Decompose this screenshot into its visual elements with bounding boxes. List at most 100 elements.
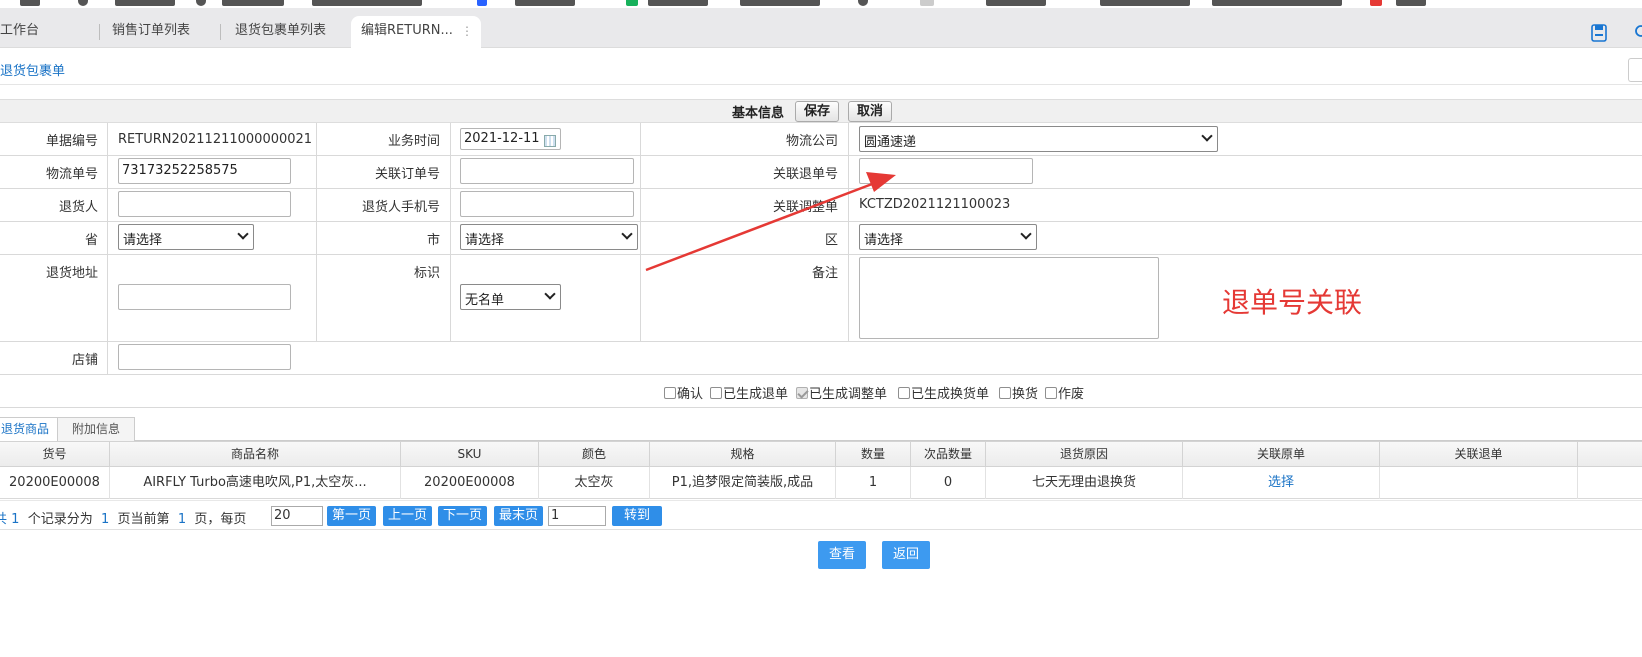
related-return-input[interactable] bbox=[859, 158, 1033, 184]
col-defect-qty[interactable]: 次品数量 bbox=[911, 442, 986, 468]
col-related-original[interactable]: 关联原单 bbox=[1183, 442, 1380, 468]
goto-button[interactable]: 转到 bbox=[612, 506, 663, 526]
tab-label: 销售订单列表 bbox=[112, 23, 191, 38]
province-value: 请选择 bbox=[123, 233, 163, 248]
checkbox-box[interactable] bbox=[1045, 387, 1057, 399]
col-qty[interactable]: 数量 bbox=[836, 442, 911, 468]
tab-extra-info[interactable]: 附加信息 bbox=[57, 417, 136, 441]
tab-workbench[interactable]: 工作台 bbox=[0, 16, 100, 48]
address-label: 退货地址 bbox=[45, 266, 98, 281]
checkbox-label: 作废 bbox=[1058, 387, 1085, 402]
logistics-company-select[interactable]: 圆通速递 bbox=[859, 126, 1218, 152]
district-value: 请选择 bbox=[864, 233, 904, 248]
related-order-input[interactable] bbox=[460, 158, 634, 184]
checkbox-box[interactable] bbox=[710, 387, 722, 399]
checkbox-exchange[interactable]: 换货 bbox=[999, 383, 1038, 402]
shop-input[interactable] bbox=[118, 344, 291, 370]
tab-more-icon[interactable]: ⋮ bbox=[461, 16, 473, 46]
tab-label: 编辑RETURN... bbox=[361, 23, 453, 38]
related-adjust-value: KCTZD2021121100023 bbox=[859, 197, 1011, 212]
pager-total: 1 bbox=[11, 512, 20, 527]
checkbox-box[interactable] bbox=[999, 387, 1011, 399]
col-spec[interactable]: 规格 bbox=[650, 442, 836, 468]
checkbox-box[interactable] bbox=[898, 387, 910, 399]
pager-summary: 共 1 个记录分为 1 页当前第 1 页，每页 bbox=[0, 508, 246, 527]
city-select[interactable]: 请选择 bbox=[460, 224, 638, 250]
breadcrumb[interactable]: 退货包裹单 bbox=[0, 60, 65, 79]
cancel-button[interactable]: 取消 bbox=[848, 101, 893, 122]
mark-select[interactable]: 无名单 bbox=[460, 284, 561, 310]
cell-spec: P1,追梦限定简装版,成品 bbox=[650, 467, 836, 499]
checkbox-box[interactable] bbox=[796, 387, 808, 399]
checkbox-box[interactable] bbox=[664, 387, 676, 399]
biz-time-value: 2021-12-11 bbox=[464, 131, 540, 146]
remark-textarea[interactable] bbox=[859, 257, 1159, 339]
cell-qty: 1 bbox=[836, 467, 911, 499]
page-tab-bar: 工作台 销售订单列表 退货包裹单列表 编辑RETURN... ⋮ bbox=[0, 8, 1642, 48]
col-related-return[interactable]: 关联退单 bbox=[1380, 442, 1578, 468]
page-size-input[interactable]: 20 bbox=[271, 506, 323, 526]
district-label: 区 bbox=[824, 233, 838, 248]
province-select[interactable]: 请选择 bbox=[118, 224, 254, 250]
chevron-down-icon bbox=[1201, 130, 1213, 142]
checkbox-confirm[interactable]: 确认 bbox=[664, 383, 703, 402]
address-input[interactable] bbox=[118, 284, 291, 310]
biz-time-input[interactable]: 2021-12-11 bbox=[460, 128, 561, 150]
col-return-reason[interactable]: 退货原因 bbox=[986, 442, 1183, 468]
returner-phone-label: 退货人手机号 bbox=[361, 200, 440, 215]
view-button[interactable]: 查看 bbox=[818, 541, 867, 569]
pager-total-prefix: 共 bbox=[0, 512, 8, 527]
tab-label: 工作台 bbox=[0, 23, 40, 38]
checkbox-exchange-generated[interactable]: 已生成换货单 bbox=[898, 383, 989, 402]
tracking-no-value: 73173252258575 bbox=[122, 163, 238, 178]
table-header: 货号 商品名称 SKU 颜色 规格 数量 次品数量 退货原因 关联原单 关联退单 bbox=[0, 441, 1642, 468]
prev-page-button[interactable]: 上一页 bbox=[383, 506, 433, 526]
checkbox-void[interactable]: 作废 bbox=[1045, 383, 1084, 402]
checkbox-label: 确认 bbox=[677, 387, 704, 402]
cell-item-no: 20200E00008 bbox=[0, 467, 110, 499]
shop-label: 店铺 bbox=[71, 353, 98, 368]
tab-sales-order-list[interactable]: 销售订单列表 bbox=[100, 16, 221, 48]
returner-phone-input[interactable] bbox=[460, 191, 634, 217]
city-label: 市 bbox=[426, 233, 440, 248]
pager-current: 1 bbox=[177, 512, 187, 527]
col-sku[interactable]: SKU bbox=[401, 442, 539, 468]
cell-defect-qty: 0 bbox=[911, 467, 986, 499]
back-button[interactable]: 返回 bbox=[882, 541, 931, 569]
related-order-label: 关联订单号 bbox=[374, 167, 440, 182]
tracking-no-input[interactable]: 73173252258575 bbox=[118, 158, 291, 184]
save-page-icon[interactable] bbox=[1590, 24, 1608, 42]
checkbox-label: 已生成退单 bbox=[723, 387, 789, 402]
checkbox-return-generated[interactable]: 已生成退单 bbox=[710, 383, 788, 402]
returner-input[interactable] bbox=[118, 191, 291, 217]
pager-text: 个记录分为 bbox=[27, 512, 93, 527]
district-select[interactable]: 请选择 bbox=[859, 224, 1037, 250]
related-adjust-label: 关联调整单 bbox=[772, 200, 838, 215]
col-goods-name[interactable]: 商品名称 bbox=[110, 442, 401, 468]
tab-return-package-list[interactable]: 退货包裹单列表 bbox=[221, 16, 351, 48]
goto-page-input[interactable]: 1 bbox=[548, 506, 606, 526]
next-page-button[interactable]: 下一页 bbox=[438, 506, 488, 526]
checkbox-adjust-generated[interactable]: 已生成调整单 bbox=[796, 383, 887, 402]
last-page-button[interactable]: 最末页 bbox=[494, 506, 544, 526]
tracking-no-label: 物流单号 bbox=[45, 167, 98, 182]
form-header: 基本信息 保存 取消 bbox=[0, 99, 1642, 123]
calendar-icon[interactable] bbox=[544, 135, 556, 147]
pager-text: 页当前第 bbox=[117, 512, 170, 527]
first-page-button[interactable]: 第一页 bbox=[327, 506, 377, 526]
col-item-no[interactable]: 货号 bbox=[0, 442, 110, 468]
logistics-company-label: 物流公司 bbox=[785, 134, 838, 149]
table-row[interactable]: 20200E00008 AIRFLY Turbo高速电吹风,P1,太空灰... … bbox=[0, 467, 1642, 499]
tab-label: 退货包裹单列表 bbox=[235, 23, 327, 38]
col-color[interactable]: 颜色 bbox=[539, 442, 650, 468]
doc-no-label: 单据编号 bbox=[45, 134, 98, 149]
save-button[interactable]: 保存 bbox=[795, 101, 840, 122]
cell-sku: 20200E00008 bbox=[401, 467, 539, 499]
select-original-link[interactable]: 选择 bbox=[1183, 467, 1380, 499]
tab-edit-return[interactable]: 编辑RETURN... ⋮ bbox=[351, 16, 481, 48]
search-box-edge[interactable] bbox=[1628, 58, 1642, 82]
location-icon[interactable] bbox=[1632, 24, 1642, 42]
chevron-down-icon bbox=[621, 228, 633, 240]
section-title: 基本信息 bbox=[732, 106, 785, 121]
tab-return-goods[interactable]: 退货商品 bbox=[0, 417, 65, 442]
